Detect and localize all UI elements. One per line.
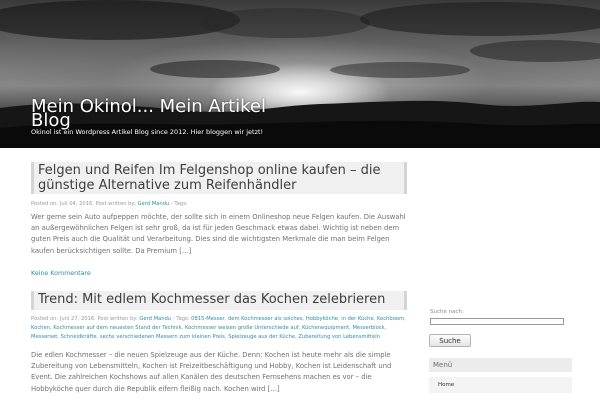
tag-link[interactable]: Messerblock xyxy=(352,325,384,331)
tag-link[interactable]: Kochboom xyxy=(377,316,404,322)
tag-link[interactable]: sechs verschiedenen Messern zum kleinen … xyxy=(100,334,225,340)
post-meta: Posted on: Juli 04, 2016. Post written b… xyxy=(31,200,411,209)
posted-on-label: Posted on: xyxy=(31,316,59,322)
menu-item-home[interactable]: Home xyxy=(429,377,572,393)
post-title[interactable]: Felgen und Reifen Im Felgenshop online k… xyxy=(31,162,407,194)
post-excerpt: Die edlen Kochmesser – die neuen Spielze… xyxy=(31,351,392,393)
site-title[interactable]: Mein Okinol... Mein Artikel Blog xyxy=(31,98,271,130)
tag-link[interactable]: Hobbyköche xyxy=(306,316,338,322)
post-date: Juni 27, 2016. xyxy=(59,316,96,322)
search-label: Suche nach: xyxy=(430,309,464,315)
post-excerpt: Wer gerne sein Auto aufpeppen möchte, de… xyxy=(31,213,406,255)
menu-widget-title: Menü xyxy=(429,358,572,372)
post-title[interactable]: Trend: Mit edlem Kochmesser das Kochen z… xyxy=(31,291,407,310)
tag-link[interactable]: 0815-Messer xyxy=(191,316,224,322)
site-header: Mein Okinol... Mein Artikel Blog Okinol … xyxy=(0,0,600,148)
tag-link[interactable]: Küchenequipment xyxy=(302,325,349,331)
comments-link[interactable]: Keine Kommentare xyxy=(31,270,91,277)
tag-link[interactable]: Messerset xyxy=(31,334,57,340)
search-button[interactable]: Suche xyxy=(429,334,471,347)
posted-by-label: Post written by: xyxy=(97,316,138,322)
tag-link[interactable]: Kochen xyxy=(31,325,50,331)
tag-link[interactable]: Spielzeuge aus der Küche xyxy=(228,334,295,340)
tag-link[interactable]: dem Kochmesser als solches xyxy=(228,316,303,322)
tag-link[interactable]: Schneidkräfte xyxy=(61,334,97,340)
posted-by-label: Post written by: xyxy=(95,201,136,207)
tags-label: - Tags: xyxy=(172,316,190,322)
tag-link[interactable]: in der Küche xyxy=(341,316,373,322)
site-description: Okinol ist ein Wordpress Artikel Blog si… xyxy=(31,128,264,136)
post-author-link[interactable]: Gerd Mandu xyxy=(138,201,170,207)
posted-on-label: Posted on: xyxy=(31,201,59,207)
search-input[interactable] xyxy=(430,318,564,325)
tag-link[interactable]: Kochmesser weisen große Unterschiede auf xyxy=(185,325,299,331)
tag-link[interactable]: Kochmesser auf dem neuesten Stand der Te… xyxy=(53,325,181,331)
tag-link[interactable]: Zubereitung von Lebensmitteln xyxy=(298,334,380,340)
post-author-link[interactable]: Gerd Mandu xyxy=(139,316,171,322)
post-date: Juli 04, 2016. xyxy=(59,201,94,207)
tags-label: - Tags: xyxy=(170,201,188,207)
post-meta: Posted on: Juni 27, 2016. Post written b… xyxy=(31,315,411,342)
